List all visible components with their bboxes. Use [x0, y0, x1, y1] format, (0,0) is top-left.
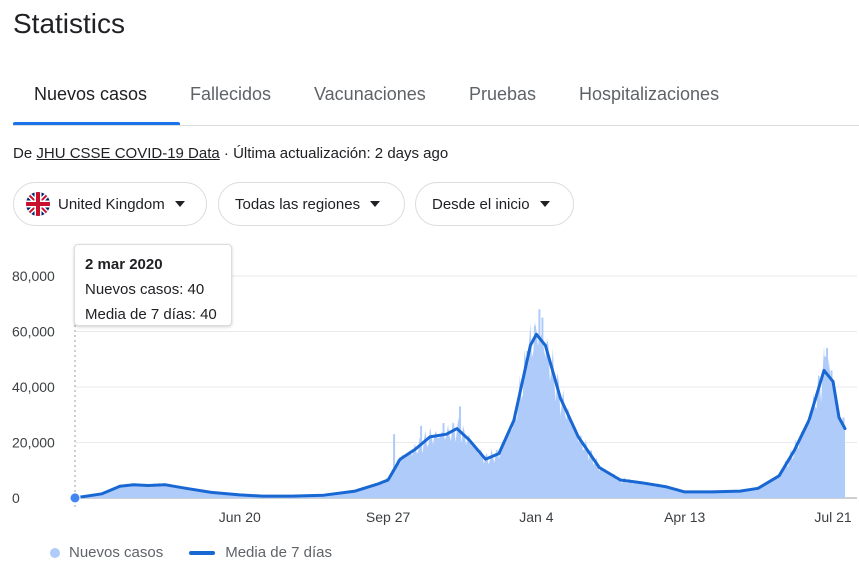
- source-link[interactable]: JHU CSSE COVID-19 Data: [36, 145, 219, 162]
- range-dropdown[interactable]: Desde el inicio: [415, 182, 574, 226]
- x-tick-label: Apr 13: [664, 509, 705, 525]
- country-label: United Kingdom: [58, 195, 165, 213]
- stats-tabs: Nuevos casos Fallecidos Vacunaciones Pru…: [13, 68, 859, 126]
- dropdown-arrow-icon: [539, 201, 550, 207]
- country-dropdown[interactable]: United Kingdom: [13, 182, 207, 226]
- tab-fallecidos[interactable]: Fallecidos: [190, 84, 271, 105]
- x-tick-label: Sep 27: [366, 509, 411, 525]
- tab-pruebas[interactable]: Pruebas: [469, 84, 536, 105]
- y-tick-label: 0: [12, 490, 20, 506]
- chart-legend: Nuevos casos Media de 7 días: [50, 544, 332, 561]
- tooltip-date: 2 mar 2020: [85, 256, 163, 273]
- region-dropdown[interactable]: Todas las regiones: [218, 182, 405, 226]
- hover-point: [69, 492, 81, 504]
- x-tick-label: Jul 21: [814, 509, 852, 525]
- average-legend-line: [189, 550, 216, 555]
- dropdown-arrow-icon: [370, 201, 381, 207]
- y-tick-label: 40,000: [12, 379, 55, 395]
- source-updated: · Última actualización: 2 days ago: [219, 145, 449, 162]
- source-line: De JHU CSSE COVID-19 Data · Última actua…: [13, 145, 448, 162]
- cases-legend-dot: [50, 547, 60, 558]
- region-label: Todas las regiones: [235, 195, 361, 213]
- tabs-divider: [13, 125, 859, 126]
- legend-cases-label: Nuevos casos: [69, 544, 164, 561]
- legend-average-label: Media de 7 días: [225, 544, 332, 561]
- range-label: Desde el inicio: [432, 195, 530, 213]
- tooltip-cases: Nuevos casos: 40: [85, 281, 205, 298]
- x-tick-label: Jun 20: [219, 509, 261, 525]
- chart-tooltip: 2 mar 2020 Nuevos casos: 40 Media de 7 d…: [74, 244, 232, 326]
- tooltip-average: Media de 7 días: 40: [85, 306, 217, 323]
- page-title: Statistics: [13, 8, 126, 39]
- x-tick-label: Jan 4: [519, 509, 553, 525]
- tab-hospitalizaciones[interactable]: Hospitalizaciones: [579, 84, 719, 105]
- y-tick-label: 80,000: [12, 268, 55, 284]
- uk-flag-icon: [26, 192, 50, 216]
- dropdown-arrow-icon: [174, 201, 185, 207]
- tab-vacunaciones[interactable]: Vacunaciones: [314, 84, 426, 105]
- y-tick-label: 20,000: [12, 435, 55, 451]
- source-prefix: De: [13, 145, 33, 162]
- y-tick-label: 60,000: [12, 324, 55, 340]
- tab-nuevos-casos[interactable]: Nuevos casos: [34, 84, 147, 105]
